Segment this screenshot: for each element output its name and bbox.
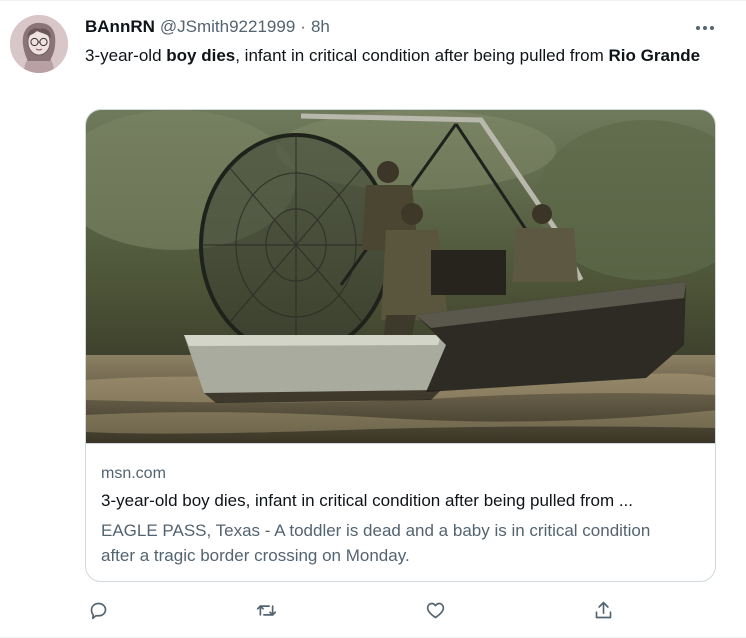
tweet-text: 3-year-old boy dies, infant in critical … xyxy=(85,43,725,68)
card-description: EAGLE PASS, Texas - A toddler is dead an… xyxy=(101,521,651,565)
retweet-icon[interactable] xyxy=(253,597,279,623)
tweet-header: BAnnRN @JSmith9221999 · 8h xyxy=(85,17,330,39)
link-card[interactable]: msn.com 3-year-old boy dies, infant in c… xyxy=(85,109,716,582)
card-image[interactable] xyxy=(86,110,716,443)
separator-dot: · xyxy=(300,17,306,36)
tweet-text-part2: , infant in critical condition after bei… xyxy=(235,46,609,65)
card-title: 3-year-old boy dies, infant in critical … xyxy=(101,491,633,510)
share-icon[interactable] xyxy=(590,597,616,623)
tweet[interactable]: BAnnRN @JSmith9221999 · 8h 3-year-old bo… xyxy=(0,0,746,638)
author-handle[interactable]: @JSmith9221999 xyxy=(160,17,295,37)
author-name[interactable]: BAnnRN xyxy=(85,17,155,37)
like-icon[interactable] xyxy=(422,597,448,623)
timestamp[interactable]: 8h xyxy=(311,17,330,37)
tweet-text-bold1: boy dies xyxy=(166,46,236,65)
tweet-text-part1: 3-year-old xyxy=(85,46,167,65)
more-options-icon[interactable] xyxy=(692,17,718,39)
card-domain: msn.com xyxy=(101,465,166,482)
card-body[interactable]: msn.com 3-year-old boy dies, infant in c… xyxy=(86,443,715,581)
tweet-text-bold2: Rio Grande xyxy=(608,46,701,65)
avatar-illustration xyxy=(10,15,68,73)
avatar[interactable] xyxy=(10,15,68,73)
reply-icon[interactable] xyxy=(85,597,111,623)
action-bar xyxy=(85,597,725,623)
